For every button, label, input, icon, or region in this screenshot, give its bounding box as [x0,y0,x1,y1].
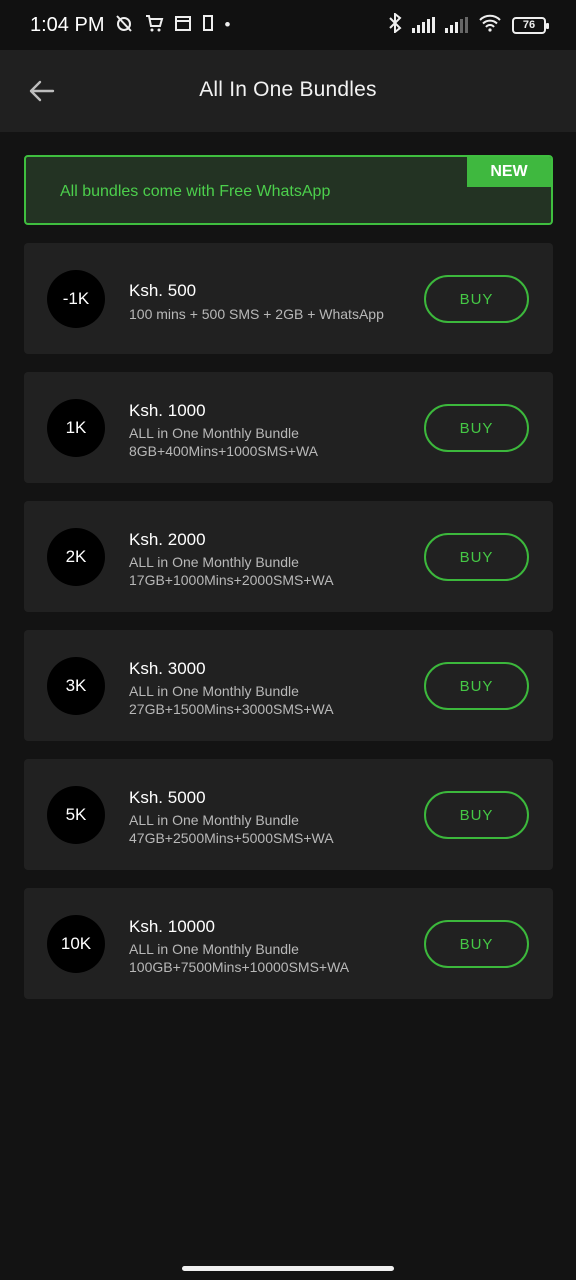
bundle-description: ALL in One Monthly Bundle 47GB+2500Mins+… [129,811,334,847]
wifi-icon [478,14,502,37]
signal-strength-icon-2 [445,17,468,33]
bundle-price: Ksh. 5000 [129,788,206,807]
bundle-description-line1: ALL in One Monthly Bundle [129,425,299,441]
buy-button[interactable]: BUY [424,404,529,452]
buy-button[interactable]: BUY [424,533,529,581]
bundle-description-line1: ALL in One Monthly Bundle [129,554,299,570]
bundle-card: 1K Ksh. 1000 ALL in One Monthly Bundle 8… [24,372,553,483]
bundle-card: 2K Ksh. 2000 ALL in One Monthly Bundle 1… [24,501,553,612]
bundle-description-line1: ALL in One Monthly Bundle [129,941,299,957]
bundle-card: 5K Ksh. 5000 ALL in One Monthly Bundle 4… [24,759,553,870]
bluetooth-icon [388,11,402,38]
buy-button[interactable]: BUY [424,920,529,968]
calendar-icon [174,14,192,37]
bundle-description-line2: 27GB+1500Mins+3000SMS+WA [129,701,334,717]
battery-icon: 76 [512,16,549,34]
bundle-description-line1: ALL in One Monthly Bundle [129,812,299,828]
bundle-price: Ksh. 3000 [129,659,206,678]
status-bar: 1:04 PM • 76 [0,0,576,50]
signal-strength-icon [412,17,435,33]
bundle-card: 3K Ksh. 3000 ALL in One Monthly Bundle 2… [24,630,553,741]
bundle-size-badge: 1K [47,399,105,457]
bundle-description: ALL in One Monthly Bundle 27GB+1500Mins+… [129,682,334,718]
buy-button[interactable]: BUY [424,791,529,839]
status-bar-left: 1:04 PM • [30,13,230,38]
bundle-size-badge: -1K [47,270,105,328]
bundle-price: Ksh. 1000 [129,401,206,420]
bundle-price: Ksh. 500 [129,281,197,300]
bundle-description-line2: 8GB+400Mins+1000SMS+WA [129,443,318,459]
buy-button[interactable]: BUY [424,662,529,710]
app-bar: All In One Bundles [0,50,576,132]
new-badge: NEW [467,157,551,187]
bundle-description-line2: 100GB+7500Mins+10000SMS+WA [129,959,350,975]
bundle-card: 10K Ksh. 10000 ALL in One Monthly Bundle… [24,888,553,999]
dot-icon: • [224,15,231,34]
banner-text: All bundles come with Free WhatsApp [60,183,331,200]
bundle-size-badge: 10K [47,915,105,973]
sim-icon [202,14,214,37]
bundle-description: ALL in One Monthly Bundle 100GB+7500Mins… [129,940,349,976]
bundle-card: -1K Ksh. 500 100 mins + 500 SMS + 2GB + … [24,243,553,354]
bundle-size-badge: 5K [47,786,105,844]
buy-button[interactable]: BUY [424,275,529,323]
bundle-description-line2: 47GB+2500Mins+5000SMS+WA [129,830,334,846]
cart-icon [144,13,164,38]
bundle-description: 100 mins + 500 SMS + 2GB + WhatsApp [129,305,384,323]
bundle-price: Ksh. 10000 [129,917,216,936]
bundle-description: ALL in One Monthly Bundle 8GB+400Mins+10… [129,424,318,460]
home-indicator[interactable] [182,1266,394,1271]
bundle-size-badge: 2K [47,528,105,586]
clock: 1:04 PM [30,13,105,36]
status-bar-right: 76 [388,11,549,38]
bundle-price: Ksh. 2000 [129,530,206,549]
page-title: All In One Bundles [199,78,377,101]
bundle-size-badge: 3K [47,657,105,715]
bundle-description: ALL in One Monthly Bundle 17GB+1000Mins+… [129,553,334,589]
bundle-description-line1: ALL in One Monthly Bundle [129,683,299,699]
whatsapp-promo-banner: All bundles come with Free WhatsApp NEW [24,155,553,225]
alarm-off-icon [114,13,134,38]
bundle-description-line2: 17GB+1000Mins+2000SMS+WA [129,572,334,588]
bundle-description-line1: 100 mins + 500 SMS + 2GB + WhatsApp [129,306,384,322]
